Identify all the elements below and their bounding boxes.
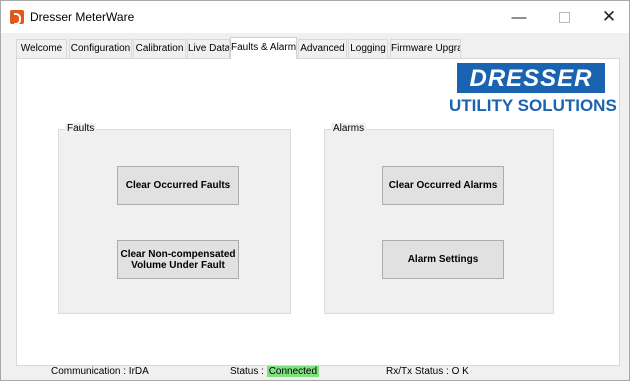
tab-live-data[interactable]: Live Data <box>187 39 230 58</box>
alarms-group-label: Alarms <box>331 123 367 134</box>
app-window: Dresser MeterWare — ✕ Welcome Configurat… <box>0 0 630 381</box>
clear-occurred-faults-button[interactable]: Clear Occurred Faults <box>117 166 239 205</box>
clear-occurred-alarms-button[interactable]: Clear Occurred Alarms <box>382 166 504 205</box>
title-bar: Dresser MeterWare — ✕ <box>1 1 629 33</box>
alarms-group: Alarms Clear Occurred Alarms Alarm Setti… <box>324 123 554 314</box>
faults-group: Faults Clear Occurred Faults Clear Non-c… <box>58 123 291 314</box>
status-bar: Communication : IrDA Status : Connected … <box>1 365 629 380</box>
close-button[interactable]: ✕ <box>587 1 630 33</box>
logo-word: DRESSER <box>469 65 593 92</box>
logo-banner: DRESSER <box>457 63 605 93</box>
tab-strip: Welcome Configuration Calibration Live D… <box>16 37 616 59</box>
connection-status: Status : Connected <box>230 366 320 377</box>
tab-logging[interactable]: Logging <box>348 39 388 58</box>
faults-alarms-panel: DRESSER UTILITY SOLUTIONS Faults Clear O… <box>16 58 620 366</box>
tab-advanced[interactable]: Advanced <box>298 39 347 58</box>
tab-firmware-upgrade[interactable]: Firmware Upgrade <box>390 39 461 58</box>
window-title: Dresser MeterWare <box>30 10 135 24</box>
tab-welcome[interactable]: Welcome <box>16 39 67 58</box>
maximize-icon <box>558 11 570 23</box>
maximize-button[interactable] <box>542 1 586 33</box>
faults-group-label: Faults <box>65 123 97 134</box>
tab-configuration[interactable]: Configuration <box>69 39 132 58</box>
tab-faults-alarms[interactable]: Faults & Alarms <box>230 37 297 59</box>
connection-status-badge: Connected <box>266 366 320 377</box>
rxtx-status: Rx/Tx Status : O K <box>386 366 469 377</box>
clear-noncompensated-volume-button[interactable]: Clear Non-compensated Volume Under Fault <box>117 240 239 279</box>
communication-status: Communication : IrDA <box>51 366 149 377</box>
logo-subtitle: UTILITY SOLUTIONS <box>449 96 617 115</box>
minimize-button[interactable]: — <box>497 1 541 33</box>
connection-status-label: Status : <box>230 366 264 377</box>
tab-calibration[interactable]: Calibration <box>133 39 186 58</box>
company-logo: DRESSER UTILITY SOLUTIONS <box>449 63 617 119</box>
app-logo-icon <box>10 10 24 25</box>
alarm-settings-button[interactable]: Alarm Settings <box>382 240 504 279</box>
